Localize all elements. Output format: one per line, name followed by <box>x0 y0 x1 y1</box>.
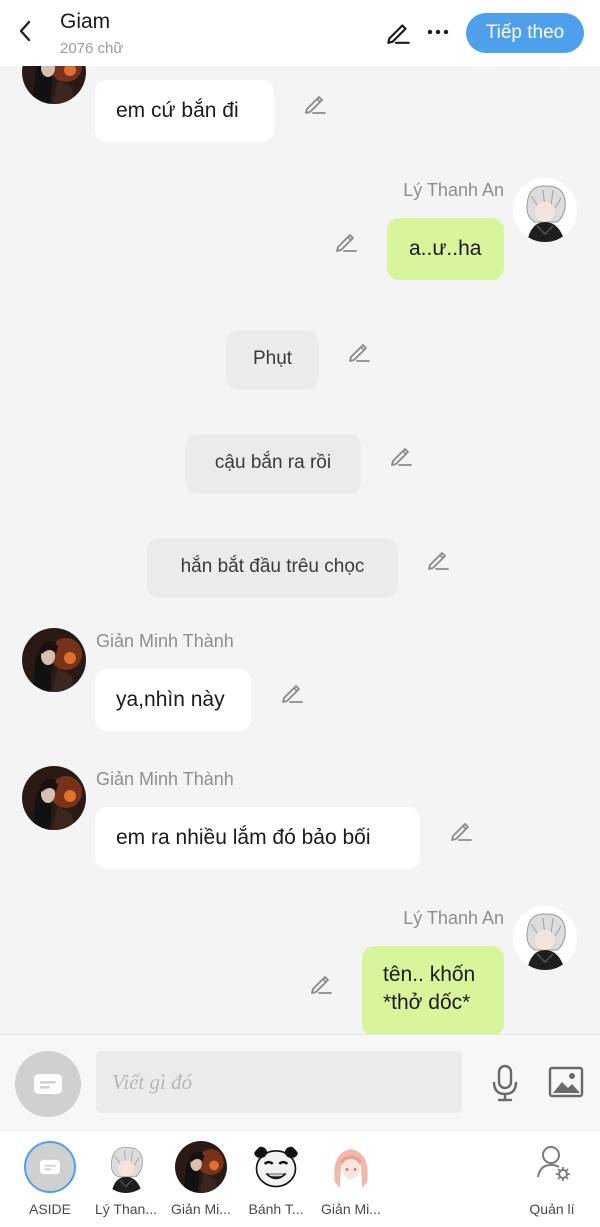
narration-bubble[interactable]: cậu bắn ra rồi <box>185 434 361 494</box>
manage-characters-button[interactable]: Quản lí <box>514 1131 590 1227</box>
chat-area[interactable]: em cứ bắn đi Lý Thanh An a..ư..ha Phụt c… <box>0 66 600 1034</box>
character-label: Giản Mi... <box>321 1201 381 1217</box>
message-icon <box>40 1159 60 1175</box>
more-options-button[interactable] <box>424 18 452 46</box>
avatar[interactable] <box>22 766 86 830</box>
manage-label: Quản lí <box>529 1201 575 1217</box>
avatar[interactable] <box>22 628 86 692</box>
character-ly-thanh-an[interactable]: Lý Than... <box>88 1131 164 1227</box>
avatar <box>175 1141 227 1193</box>
message-bubble[interactable]: em cứ bắn đi <box>95 80 274 142</box>
edit-message-icon[interactable] <box>302 90 328 116</box>
message-line: tên.. khốn <box>383 963 476 986</box>
sender-name: Giản Minh Thành <box>96 631 234 651</box>
character-label: Bánh T... <box>248 1201 304 1217</box>
character-avatar-icon <box>100 1141 152 1193</box>
image-icon[interactable] <box>548 1065 584 1099</box>
more-horizontal-icon <box>427 29 449 35</box>
character-gian-minh-thanh[interactable]: Giản Mi... <box>163 1131 239 1227</box>
edit-button[interactable] <box>384 18 412 46</box>
character-avatar-icon <box>250 1141 302 1193</box>
sender-name: Lý Thanh An <box>403 180 504 200</box>
sender-name: Lý Thanh An <box>403 908 504 928</box>
edit-message-icon[interactable] <box>448 817 474 843</box>
top-bar: Giam 2076 chữ Tiếp theo <box>0 0 600 66</box>
story-title: Giam <box>60 10 111 33</box>
next-button[interactable]: Tiếp theo <box>466 13 584 53</box>
user-settings-icon <box>537 1146 570 1181</box>
character-banh-t[interactable]: Bánh T... <box>238 1131 314 1227</box>
edit-message-icon[interactable] <box>388 442 414 468</box>
message-input[interactable] <box>96 1051 462 1113</box>
microphone-icon[interactable] <box>488 1063 522 1103</box>
edit-message-icon[interactable] <box>425 546 451 572</box>
message-bubble[interactable]: tên.. khốn *thở dốc* <box>362 946 504 1034</box>
narration-bubble[interactable]: hắn bắt đầu trêu chọc <box>147 538 398 598</box>
back-button[interactable] <box>10 16 40 46</box>
character-avatar-icon <box>22 66 86 104</box>
character-aside[interactable]: ASIDE <box>12 1131 88 1227</box>
character-avatar-icon <box>513 906 577 970</box>
character-avatar-icon <box>22 766 86 830</box>
sender-name: Giản Minh Thành <box>96 769 234 789</box>
character-bar: ASIDE Lý Than... Giản Mi... Bánh T... Gi… <box>0 1130 600 1227</box>
avatar[interactable] <box>22 66 86 104</box>
character-avatar-icon <box>513 178 577 242</box>
aside-avatar <box>24 1141 76 1193</box>
edit-message-icon[interactable] <box>333 228 359 254</box>
avatar <box>100 1141 152 1193</box>
character-label: Giản Mi... <box>171 1201 231 1217</box>
chevron-left-icon <box>19 20 31 42</box>
avatar[interactable] <box>513 906 577 970</box>
edit-message-icon[interactable] <box>346 338 372 364</box>
edit-message-icon[interactable] <box>308 970 334 996</box>
pencil-icon <box>387 24 410 44</box>
character-avatar-icon <box>325 1141 377 1193</box>
character-label: Lý Than... <box>94 1201 157 1217</box>
character-gian-mi[interactable]: Giản Mi... <box>313 1131 389 1227</box>
compose-bar <box>0 1034 600 1131</box>
message-bubble[interactable]: em ra nhiều lắm đó bảo bối <box>95 807 420 869</box>
avatar <box>250 1141 302 1193</box>
message-line: *thở dốc* <box>383 991 471 1014</box>
message-mode-button[interactable] <box>15 1051 81 1117</box>
word-count: 2076 chữ <box>60 40 124 57</box>
narration-bubble[interactable]: Phụt <box>226 330 319 390</box>
character-avatar-icon <box>22 628 86 692</box>
avatar[interactable] <box>513 178 577 242</box>
edit-message-icon[interactable] <box>279 679 305 705</box>
message-bubble[interactable]: ya,nhìn này <box>95 669 251 731</box>
message-icon <box>34 1074 62 1094</box>
character-label: ASIDE <box>28 1201 71 1217</box>
character-avatar-icon <box>175 1141 227 1193</box>
message-bubble[interactable]: a..ư..ha <box>387 218 504 280</box>
avatar <box>325 1141 377 1193</box>
